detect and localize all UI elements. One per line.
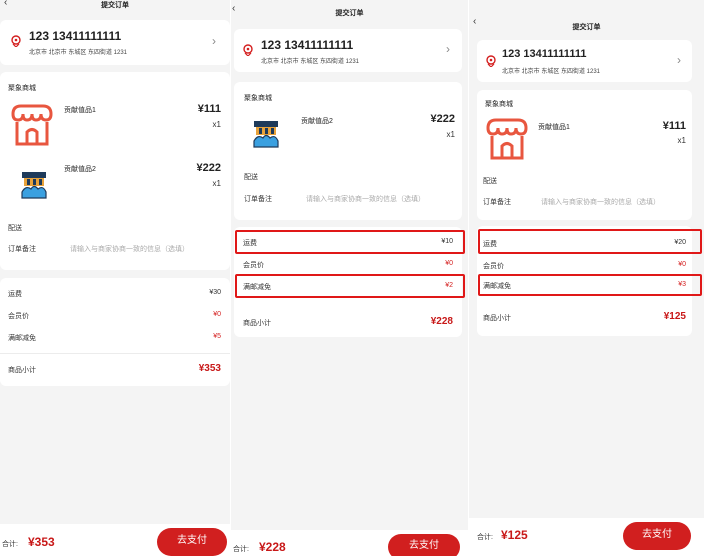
member-price-label: 会员价 <box>243 262 264 269</box>
member-price-value: ¥0 <box>445 260 453 267</box>
page-title: 提交订单 <box>101 2 129 9</box>
member-price-value: ¥0 <box>213 311 221 318</box>
address-name-phone: 123 13411111111 <box>502 48 587 60</box>
product-qty: x1 <box>212 120 221 129</box>
product-price: ¥222 <box>430 113 455 125</box>
location-pin-icon <box>486 55 496 67</box>
shipping-highlight <box>478 229 702 254</box>
shop-card: 聚象商城 贡献值品2 ¥222 x1 配送 订单备注 请输入与商家协商一致的信息… <box>234 82 462 220</box>
remark-input[interactable]: 请输入与商家协商一致的信息（选填） <box>70 244 189 254</box>
product-name: 贡献值品1 <box>64 107 96 114</box>
page-title: 提交订单 <box>572 24 601 31</box>
subtotal-label: 商品小计 <box>483 315 511 322</box>
shipping-label: 运费 <box>8 291 22 298</box>
remark-label: 订单备注 <box>8 246 36 253</box>
delivery-label: 配送 <box>244 174 258 181</box>
address-name-phone: 123 13411111111 <box>261 38 354 52</box>
order-screen-1: 提交订单 ‹ 123 13411111111 北京市 北京市 东城区 东四街道 … <box>0 0 230 556</box>
chevron-right-icon: › <box>677 53 681 67</box>
store-icon <box>486 118 528 160</box>
product-price: ¥111 <box>197 103 221 115</box>
location-pin-icon <box>243 44 253 56</box>
total-value: ¥125 <box>501 528 528 542</box>
remark-label: 订单备注 <box>244 196 272 203</box>
back-icon[interactable]: ‹ <box>232 4 235 14</box>
pay-button[interactable]: 去支付 <box>157 528 227 556</box>
subtotal-label: 商品小计 <box>243 320 271 327</box>
remark-input[interactable]: 请输入与商家协商一致的信息（选填） <box>306 194 425 204</box>
building-icon <box>21 172 47 199</box>
store-icon <box>11 104 53 146</box>
shipping-highlight <box>235 230 465 254</box>
discount-highlight <box>235 274 465 298</box>
chevron-right-icon: › <box>446 42 450 56</box>
discount-label: 满邮减免 <box>8 335 36 342</box>
member-price-value: ¥0 <box>678 261 686 268</box>
member-price-label: 会员价 <box>8 313 29 320</box>
divider <box>0 353 230 354</box>
total-value: ¥228 <box>259 540 286 554</box>
shipping-value: ¥30 <box>209 289 221 296</box>
shop-name: 聚象商城 <box>8 85 36 92</box>
discount-value: ¥5 <box>213 333 221 340</box>
back-icon[interactable]: ‹ <box>473 17 476 27</box>
address-card[interactable]: 123 13411111111 北京市 北京市 东城区 东四街道 1231 › <box>477 40 692 82</box>
product-name: 贡献值品2 <box>64 166 96 173</box>
delivery-label: 配送 <box>483 178 497 185</box>
order-screen-3: 提交订单 ‹ 123 13411111111 北京市 北京市 东城区 东四街道 … <box>469 0 704 556</box>
checkout-bar: 合计: ¥228 去支付 <box>231 530 468 556</box>
order-screen-2: 提交订单 ‹ 123 13411111111 北京市 北京市 东城区 东四街道 … <box>231 0 468 556</box>
product-qty: x1 <box>446 130 455 139</box>
address-card[interactable]: 123 13411111111 北京市 北京市 东城区 东四街道 1231 › <box>234 29 462 72</box>
checkout-bar: 合计: ¥353 去支付 <box>0 524 230 556</box>
remark-label: 订单备注 <box>483 199 511 206</box>
remark-input[interactable]: 请输入与商家协商一致的信息（选填） <box>541 197 660 207</box>
shop-name: 聚象商城 <box>485 101 513 108</box>
product-name: 贡献值品1 <box>538 124 570 131</box>
chevron-right-icon: › <box>212 34 216 48</box>
total-value: ¥353 <box>28 535 55 549</box>
pay-button[interactable]: 去支付 <box>388 534 460 556</box>
product-qty: x1 <box>212 179 221 188</box>
subtotal-value: ¥353 <box>198 363 221 374</box>
address-name-phone: 123 13411111111 <box>29 29 122 43</box>
total-label: 合计: <box>477 534 493 541</box>
delivery-label: 配送 <box>8 225 22 232</box>
address-card[interactable]: 123 13411111111 北京市 北京市 东城区 东四街道 1231 › <box>0 20 230 65</box>
building-icon <box>253 121 279 148</box>
checkout-bar: 合计: ¥125 去支付 <box>469 518 704 556</box>
address-detail: 北京市 北京市 东城区 东四街道 1231 <box>29 50 128 56</box>
product-name: 贡献值品2 <box>301 118 333 125</box>
discount-highlight <box>478 274 702 296</box>
address-detail: 北京市 北京市 东城区 东四街道 1231 <box>261 59 360 65</box>
address-detail: 北京市 北京市 东城区 东四街道 1231 <box>502 69 601 75</box>
product-price: ¥111 <box>662 120 686 132</box>
page-title: 提交订单 <box>335 10 364 17</box>
back-icon[interactable]: ‹ <box>4 0 7 8</box>
total-label: 合计: <box>2 541 18 548</box>
subtotal-value: ¥125 <box>663 311 686 322</box>
location-pin-icon <box>11 35 21 47</box>
member-price-label: 会员价 <box>483 263 504 270</box>
shop-card: 聚象商城 贡献值品1 ¥111 x1 贡献值品2 ¥222 x1 配送 订单备注… <box>0 72 230 270</box>
subtotal-label: 商品小计 <box>8 367 36 374</box>
product-price: ¥222 <box>196 162 221 174</box>
pay-button[interactable]: 去支付 <box>623 522 691 550</box>
shop-card: 聚象商城 贡献值品1 ¥111 x1 配送 订单备注 请输入与商家协商一致的信息… <box>477 90 692 220</box>
shop-name: 聚象商城 <box>244 95 272 102</box>
subtotal-value: ¥228 <box>430 316 453 327</box>
total-label: 合计: <box>233 546 249 553</box>
fee-card: 运费 ¥30 会员价 ¥0 满邮减免 ¥5 商品小计 ¥353 <box>0 278 230 386</box>
product-qty: x1 <box>677 136 686 145</box>
